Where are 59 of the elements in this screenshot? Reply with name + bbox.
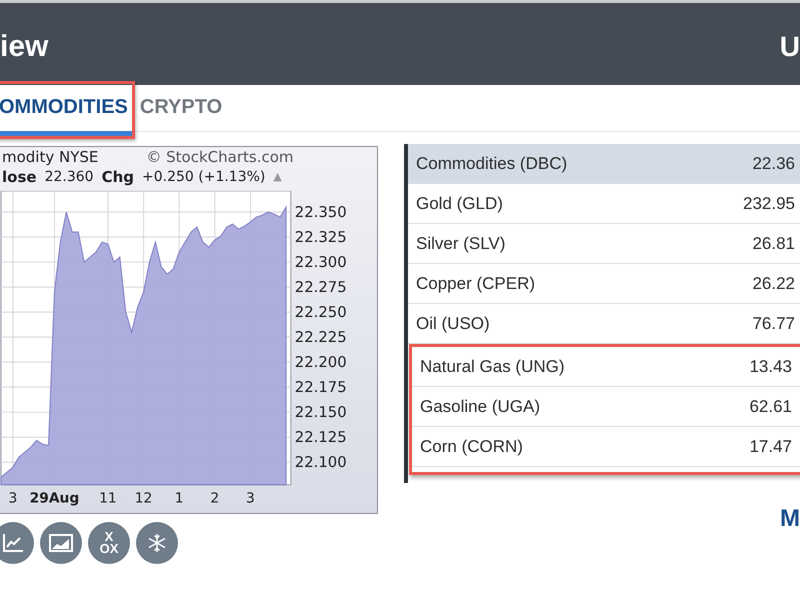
axis-label: 2 <box>210 490 220 506</box>
price-value: 22.36 <box>752 154 795 174</box>
commodity-name: Oil (USO) <box>416 314 491 334</box>
snowflake-icon <box>147 533 167 553</box>
tool-glyph: OX <box>100 543 118 555</box>
header-text: U <box>780 31 800 63</box>
price-value: 26.81 <box>752 234 795 254</box>
commodity-name: Gold (GLD) <box>416 194 504 214</box>
axis-label: 22.250 <box>294 304 347 321</box>
axis-label: 22.225 <box>294 328 347 346</box>
tool-glyph: X <box>104 531 114 543</box>
tab[interactable]: CRYPTO <box>136 84 226 136</box>
axis-label: 22.150 <box>294 404 347 421</box>
price-value: 62.61 <box>749 396 792 416</box>
close-value: 22.360 <box>44 168 94 185</box>
axis-label: 3 <box>8 490 18 506</box>
price-value: 76.77 <box>752 314 795 334</box>
axis-label: 22.300 <box>294 254 347 271</box>
trend-marker: ▲ <box>273 170 282 184</box>
close-label: lose <box>2 168 37 186</box>
change-value: +0.250 (+1.13%) <box>142 168 266 185</box>
commodity-name: Gasoline (UGA) <box>420 396 541 416</box>
chart-type-button[interactable] <box>0 522 34 564</box>
axis-label: 22.125 <box>294 428 347 446</box>
price-value: 13.43 <box>749 356 792 376</box>
commodity-name: Commodities (DBC) <box>416 154 568 174</box>
axis-label: 22.175 <box>294 378 347 396</box>
axis-label: 22.200 <box>294 354 347 371</box>
price-value: 26.22 <box>752 274 795 294</box>
page-title: iew <box>0 30 48 64</box>
chart-symbol-info: modity NYSE <box>2 148 98 166</box>
chart-type-button[interactable]: X OX <box>88 522 130 564</box>
commodity-name: Silver (SLV) <box>416 234 506 254</box>
more-link[interactable]: M <box>780 505 800 533</box>
table-row[interactable]: Gasoline (UGA) 62.61 <box>412 387 800 427</box>
price-value: 17.47 <box>749 436 792 456</box>
commodity-name: Natural Gas (UNG) <box>420 356 566 376</box>
axis-label: 22.350 <box>294 204 347 221</box>
chart-source: © StockCharts.com <box>146 148 294 166</box>
table-row[interactable]: Commodities (DBC) 22.36 <box>408 144 800 184</box>
commodity-name: Corn (CORN) <box>420 436 524 456</box>
axis-label: 11 <box>99 490 117 506</box>
commodity-name: Copper (CPER) <box>416 274 536 294</box>
tab[interactable]: OMMODITIES <box>0 84 132 136</box>
chart-type-button[interactable] <box>40 522 82 564</box>
axis-label: 12 <box>134 490 152 506</box>
axis-label: 22.325 <box>294 228 347 246</box>
axis-label: 22.100 <box>294 454 347 471</box>
axis-label: 1 <box>174 490 184 506</box>
area-chart-icon <box>49 534 73 552</box>
table-row[interactable]: Natural Gas (UNG) 13.43 <box>412 347 800 387</box>
price-value: 232.95 <box>743 194 795 214</box>
line-chart-icon <box>2 533 24 553</box>
axis-label: 22.275 <box>294 278 347 296</box>
table-row[interactable]: Corn (CORN) 17.47 <box>412 427 800 467</box>
axis-label: 29Aug <box>30 490 80 506</box>
change-label: Chg <box>102 168 134 186</box>
axis-label: 3 <box>246 490 255 506</box>
chart-type-button[interactable] <box>136 522 178 564</box>
